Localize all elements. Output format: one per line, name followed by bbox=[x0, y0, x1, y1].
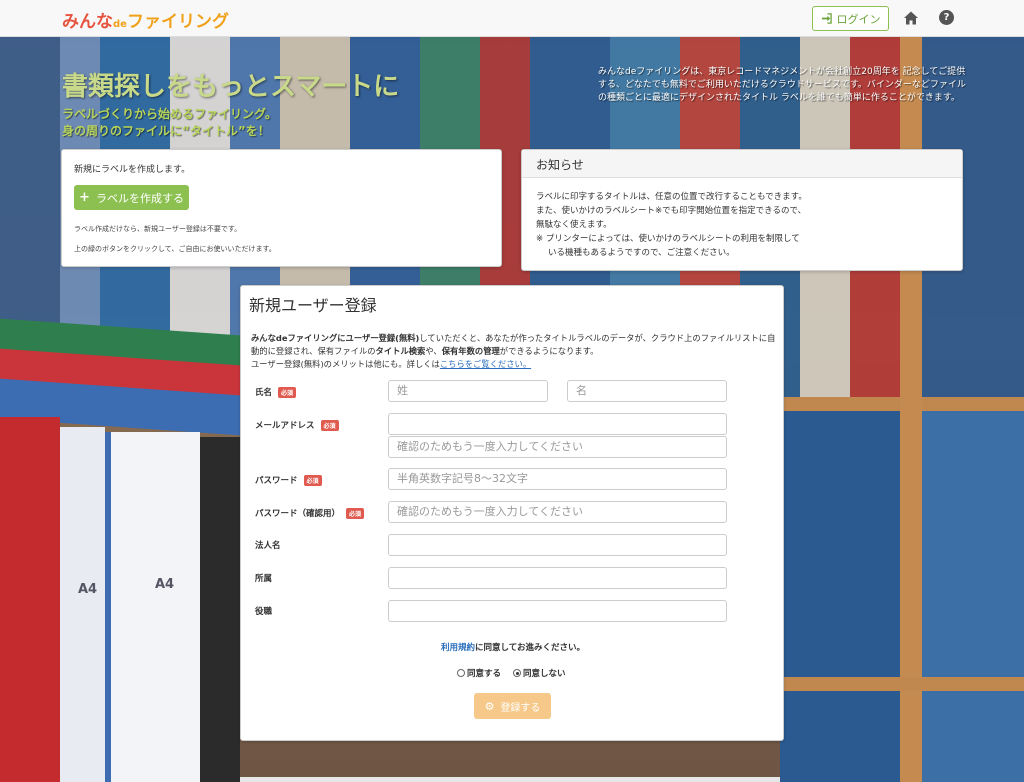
a4-label: A4 bbox=[78, 582, 98, 597]
notice-line: 無駄なく使えます。 bbox=[536, 220, 612, 230]
create-label-note: 上の緑のボタンをクリックして、ご自由にお使いいただけます。 bbox=[74, 245, 276, 253]
position-label: 役職 bbox=[255, 605, 272, 617]
department-input[interactable] bbox=[388, 567, 727, 589]
required-badge: 必須 bbox=[346, 507, 365, 519]
notice-panel: お知らせ ラベルに印字するタイトルは、任意の位置で改行することもできます。 また… bbox=[521, 149, 963, 271]
create-label-button[interactable]: + ラベルを作成する bbox=[74, 185, 189, 210]
notice-body: ラベルに印字するタイトルは、任意の位置で改行することもできます。 また、使いかけ… bbox=[522, 178, 962, 272]
agree-radio[interactable]: 同意する bbox=[457, 667, 501, 679]
hero-subtitle: ラベルづくりから始めるファイリング。 身の周りのファイルに“タイトル”を！ bbox=[62, 106, 277, 140]
create-label-panel: 新規にラベルを作成します。 + ラベルを作成する ラベル作成だけなら、新規ユーザ… bbox=[61, 149, 502, 267]
first-name-input[interactable]: 名 bbox=[567, 380, 727, 402]
name-label-text: 氏名 bbox=[255, 388, 273, 398]
plus-icon: + bbox=[79, 190, 90, 205]
terms-text: に同意してお進みください。 bbox=[475, 643, 585, 653]
terms-link[interactable]: 利用規約 bbox=[441, 643, 475, 653]
required-badge: 必須 bbox=[278, 386, 297, 398]
disagree-label: 同意しない bbox=[523, 669, 566, 679]
password-confirm-label-text: パスワード（確認用） bbox=[255, 509, 341, 519]
gear-icon: ⚙ bbox=[484, 699, 495, 713]
position-input[interactable] bbox=[388, 600, 727, 622]
registration-title: 新規ユーザー登録 bbox=[249, 296, 377, 315]
radio-button[interactable] bbox=[457, 669, 465, 677]
terms-agreement-text: 利用規約に同意してお進みください。 bbox=[241, 641, 785, 653]
password-confirm-input[interactable]: 確認のためもう一度入力してください bbox=[388, 501, 727, 523]
required-badge: 必須 bbox=[320, 419, 339, 431]
company-label: 法人名 bbox=[255, 539, 281, 551]
hero-description: みんなdeファイリングは、東京レコードマネジメントが会社創立20周年を 記念して… bbox=[598, 67, 966, 103]
email-label: メールアドレス 必須 bbox=[255, 419, 339, 431]
a4-label: A4 bbox=[155, 577, 175, 592]
sign-in-icon bbox=[821, 13, 832, 24]
email-input[interactable] bbox=[388, 413, 727, 435]
name-label: 氏名 必須 bbox=[255, 386, 297, 398]
submit-label: 登録する bbox=[500, 702, 541, 714]
department-label-text: 所属 bbox=[255, 574, 273, 584]
notice-line: ラベルに印字するタイトルは、任意の位置で改行することもできます。 bbox=[536, 192, 807, 202]
hero-subtitle-line: 身の周りのファイルに“タイトル”を！ bbox=[62, 124, 270, 138]
password-input[interactable]: 半角英数字記号8～32文字 bbox=[388, 468, 727, 490]
password-label-text: パスワード bbox=[255, 476, 298, 486]
company-input[interactable] bbox=[388, 534, 727, 556]
site-logo[interactable]: みんなdeファイリング bbox=[62, 7, 229, 32]
intro-text: ユーザー登録(無料)のメリットは他にも。詳しくは bbox=[251, 359, 440, 369]
password-label: パスワード 必須 bbox=[255, 474, 322, 486]
notice-line: ※ プリンターによっては、使いかけのラベルシートの利用を制限して bbox=[536, 234, 800, 244]
intro-text: や、 bbox=[425, 346, 442, 356]
create-label-button-label: ラベルを作成する bbox=[95, 191, 184, 205]
intro-bold: みんなdeファイリングにユーザー登録(無料) bbox=[251, 333, 420, 343]
radio-button-selected[interactable] bbox=[513, 669, 522, 677]
email-confirm-input[interactable]: 確認のためもう一度入力してください bbox=[388, 436, 727, 458]
intro-bold: 保有年数の管理 bbox=[441, 346, 500, 356]
disagree-radio[interactable]: 同意しない bbox=[513, 667, 566, 679]
intro-text: ができるようになります。 bbox=[499, 346, 599, 356]
create-label-note: ラベル作成だけなら、新規ユーザー登録は不要です。 bbox=[74, 225, 242, 233]
login-label: ログイン bbox=[836, 12, 881, 26]
registration-intro: みんなdeファイリングにユーザー登録(無料)していただくと、あなたが作ったタイト… bbox=[251, 332, 777, 371]
notice-line: いる機種もあるようですので、ご注意ください。 bbox=[548, 248, 735, 258]
position-label-text: 役職 bbox=[255, 607, 273, 617]
department-label: 所属 bbox=[255, 572, 272, 584]
top-navbar: みんなdeファイリング ログイン ? bbox=[0, 0, 1024, 37]
home-icon[interactable] bbox=[903, 10, 919, 26]
hero-subtitle-line: ラベルづくりから始めるファイリング。 bbox=[62, 107, 278, 121]
create-label-intro: 新規にラベルを作成します。 bbox=[74, 165, 191, 175]
password-confirm-label: パスワード（確認用） 必須 bbox=[255, 507, 365, 519]
notice-line: また、使いかけのラベルシート※でも印字開始位置を指定できるので、 bbox=[536, 206, 807, 216]
terms-radio-group: 同意する 同意しない bbox=[457, 667, 566, 679]
registration-panel: 新規ユーザー登録 みんなdeファイリングにユーザー登録(無料)していただくと、あ… bbox=[240, 285, 784, 741]
login-button[interactable]: ログイン bbox=[812, 6, 889, 31]
register-submit-button[interactable]: ⚙ 登録する bbox=[474, 693, 551, 719]
notice-title: お知らせ bbox=[522, 150, 962, 178]
hero-title: 書類探しをもっとスマートに bbox=[62, 72, 400, 102]
question-icon[interactable]: ? bbox=[939, 10, 954, 25]
agree-label: 同意する bbox=[467, 669, 502, 679]
company-label-text: 法人名 bbox=[255, 541, 281, 551]
email-label-text: メールアドレス bbox=[255, 421, 315, 431]
required-badge: 必須 bbox=[303, 474, 322, 486]
merit-link[interactable]: こちらをご覧ください。 bbox=[440, 359, 531, 369]
last-name-input[interactable]: 姓 bbox=[388, 380, 548, 402]
intro-bold: タイトル検索 bbox=[375, 346, 426, 356]
